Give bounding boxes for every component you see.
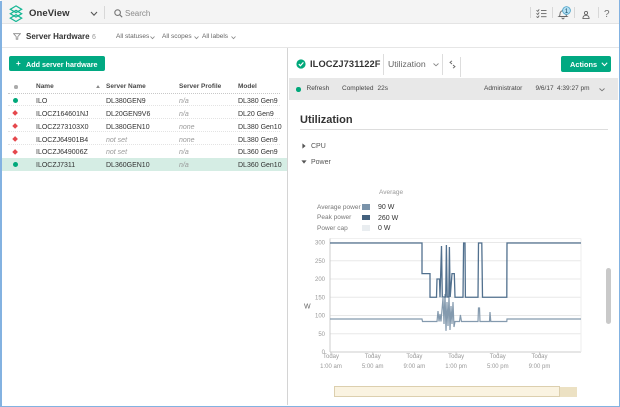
svg-text:1:00 pm: 1:00 pm: [445, 364, 467, 370]
svg-text:100: 100: [315, 314, 326, 320]
svg-text:W: W: [304, 304, 311, 311]
svg-text:Today: Today: [365, 354, 381, 360]
svg-text:9:00 pm: 9:00 pm: [529, 364, 551, 370]
svg-text:200: 200: [315, 277, 326, 283]
svg-text:Today: Today: [448, 354, 464, 360]
svg-text:9:00 am: 9:00 am: [404, 364, 426, 370]
svg-text:1: 1: [565, 8, 569, 15]
svg-text:Today: Today: [490, 354, 506, 360]
svg-text:5:00 pm: 5:00 pm: [487, 364, 509, 370]
svg-text:300: 300: [315, 241, 326, 247]
svg-text:Today: Today: [531, 354, 547, 360]
svg-text:50: 50: [318, 332, 325, 338]
svg-text:150: 150: [315, 295, 326, 301]
svg-text:5:00 am: 5:00 am: [362, 364, 384, 370]
svg-text:1:00 am: 1:00 am: [320, 364, 342, 370]
svg-text:Today: Today: [323, 354, 339, 360]
svg-text:Today: Today: [406, 354, 422, 360]
svg-text:250: 250: [315, 259, 326, 265]
